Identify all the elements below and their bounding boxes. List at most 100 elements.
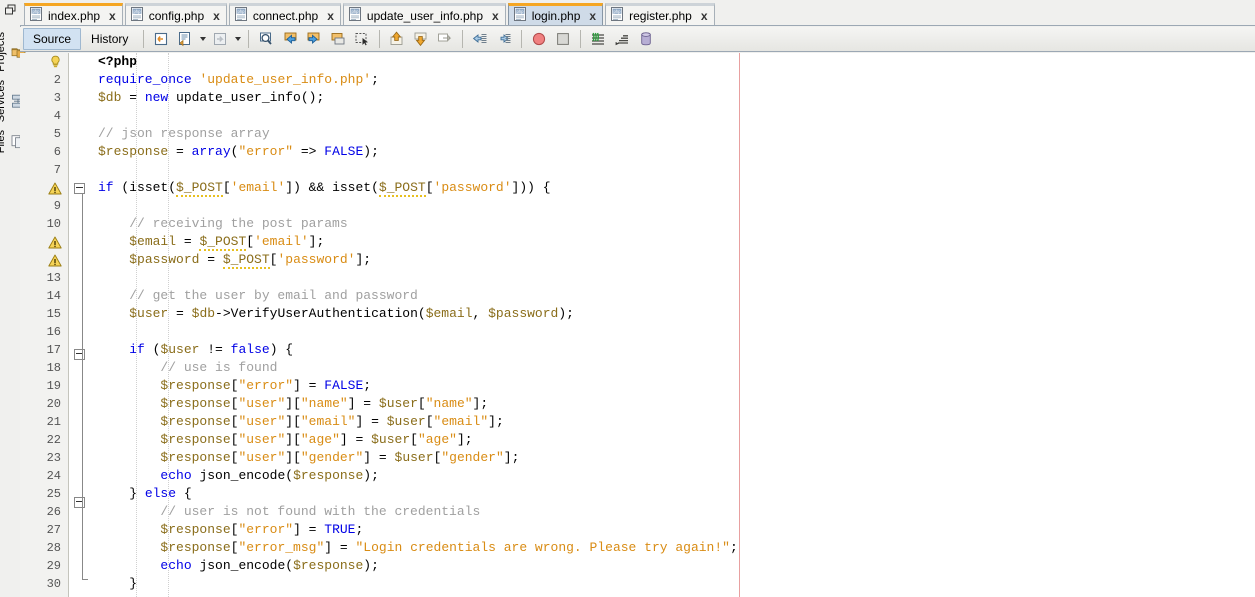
database-icon[interactable] — [634, 28, 658, 51]
editor-tab-config-php[interactable]: php config.php x — [124, 3, 227, 25]
line-number[interactable]: 13 — [20, 269, 68, 287]
code-token: update_user_info(); — [168, 90, 325, 105]
editor-tab-label: register.php — [629, 8, 692, 23]
code-token: // json response array — [98, 126, 270, 141]
close-icon[interactable]: x — [701, 9, 708, 23]
svg-text:php: php — [614, 9, 622, 14]
shift-right-icon[interactable] — [492, 28, 516, 51]
editor-tab-index-php[interactable]: php index.php x — [24, 3, 123, 25]
line-number[interactable]: 17 — [20, 341, 68, 359]
step-over-icon[interactable] — [610, 28, 634, 51]
line-number[interactable]: 24 — [20, 467, 68, 485]
find-selection-icon[interactable] — [254, 28, 278, 51]
warning-icon[interactable] — [20, 251, 68, 269]
line-number[interactable]: 30 — [20, 575, 68, 593]
editor-tab-update_user_info-php[interactable]: php update_user_info.php x — [342, 3, 506, 25]
fold-toggle[interactable] — [69, 183, 89, 201]
line-number[interactable]: 3 — [20, 89, 68, 107]
previous-bookmark-icon[interactable] — [278, 28, 302, 51]
code-token: [ — [425, 414, 434, 429]
code-token: ]; — [488, 414, 504, 429]
shift-line-down-icon[interactable] — [409, 28, 433, 51]
code-editor[interactable]: 2 3 4 5 6 7 9 10 13 14 15 16 17 18 19 20 21 22 23 24 25 26 27 2… — [20, 53, 1255, 597]
shift-left-icon[interactable] — [468, 28, 492, 51]
svg-text:php: php — [33, 9, 41, 14]
stop-icon[interactable] — [527, 28, 551, 51]
code-token: ); — [363, 144, 379, 159]
toolbar-separator — [462, 30, 464, 48]
line-number[interactable]: 25 — [20, 485, 68, 503]
comment-icon[interactable] — [433, 28, 457, 51]
line-number[interactable]: 9 — [20, 197, 68, 215]
stop-square-icon[interactable] — [551, 28, 575, 51]
close-icon[interactable]: x — [213, 9, 220, 23]
line-number[interactable]: 19 — [20, 377, 68, 395]
code-token: "error" — [238, 522, 294, 537]
restore-window-icon[interactable] — [4, 3, 17, 21]
line-number[interactable]: 23 — [20, 449, 68, 467]
line-number[interactable]: 14 — [20, 287, 68, 305]
code-line: echo json_encode($response); — [89, 467, 1255, 485]
lightbulb-icon[interactable] — [20, 53, 68, 71]
toggle-bookmark-icon[interactable] — [326, 28, 350, 51]
next-bookmark-icon[interactable] — [302, 28, 326, 51]
code-token: ][ — [285, 450, 301, 465]
tab-history[interactable]: History — [81, 28, 138, 50]
generate-code-dropdown-arrow-icon[interactable] — [197, 29, 208, 50]
code-token: ] = — [339, 432, 372, 447]
line-number[interactable]: 28 — [20, 539, 68, 557]
line-number[interactable]: 26 — [20, 503, 68, 521]
code-line: $response["user"]["age"] = $user["age"]; — [89, 431, 1255, 449]
line-number[interactable]: 10 — [20, 215, 68, 233]
toggle-rectangular-selection-icon[interactable] — [350, 28, 374, 51]
line-number[interactable]: 22 — [20, 431, 68, 449]
code-token: = — [168, 144, 192, 159]
close-icon[interactable]: x — [492, 9, 499, 23]
code-token: echo — [160, 468, 192, 483]
start-debug-icon[interactable] — [586, 28, 610, 51]
code-line: if ($user != false) { — [89, 341, 1255, 359]
refactor-dropdown-arrow-icon[interactable] — [232, 29, 243, 50]
code-line: <?php — [89, 53, 1255, 71]
editor-gutter[interactable]: 2 3 4 5 6 7 9 10 13 14 15 16 17 18 19 20 21 22 23 24 25 26 27 2… — [20, 53, 69, 597]
close-icon[interactable]: x — [109, 9, 116, 23]
shift-line-up-icon[interactable] — [385, 28, 409, 51]
code-token: [ — [222, 180, 231, 195]
editor-tab-connect-php[interactable]: php connect.php x — [228, 3, 341, 25]
line-number[interactable]: 21 — [20, 413, 68, 431]
line-number[interactable]: 7 — [20, 161, 68, 179]
editor-tab-login-php[interactable]: php login.php x — [507, 3, 604, 25]
warning-icon[interactable] — [20, 233, 68, 251]
tab-source[interactable]: Source — [23, 28, 82, 50]
line-number[interactable]: 20 — [20, 395, 68, 413]
last-edit-position-icon[interactable] — [149, 28, 173, 51]
generate-code-icon[interactable] — [173, 28, 197, 51]
left-dock: Projects Services Files — [0, 0, 25, 597]
close-icon[interactable]: x — [327, 9, 334, 23]
sidebar-item-services-label: Services — [0, 79, 7, 122]
code-token: = — [199, 252, 223, 267]
editor-fold-column[interactable] — [69, 53, 89, 597]
editor-code-area[interactable]: <?php require_once 'update_user_info.php'… — [89, 53, 1255, 597]
refactor-icon[interactable] — [208, 28, 232, 51]
line-number[interactable]: 5 — [20, 125, 68, 143]
line-number[interactable]: 4 — [20, 107, 68, 125]
editor-tab-register-php[interactable]: php register.php x — [605, 3, 715, 25]
line-number[interactable]: 18 — [20, 359, 68, 377]
line-number[interactable]: 27 — [20, 521, 68, 539]
code-token: [ — [246, 234, 255, 249]
line-number[interactable]: 16 — [20, 323, 68, 341]
line-number[interactable]: 15 — [20, 305, 68, 323]
code-token: "Login credentials are wrong. Please try… — [355, 540, 730, 555]
line-number[interactable]: 2 — [20, 71, 68, 89]
fold-toggle[interactable] — [69, 497, 89, 515]
code-token: ; — [371, 72, 379, 87]
warning-icon[interactable] — [20, 179, 68, 197]
fold-toggle[interactable] — [69, 349, 89, 367]
line-number[interactable]: 6 — [20, 143, 68, 161]
close-icon[interactable]: x — [589, 9, 596, 23]
line-number[interactable]: 29 — [20, 557, 68, 575]
